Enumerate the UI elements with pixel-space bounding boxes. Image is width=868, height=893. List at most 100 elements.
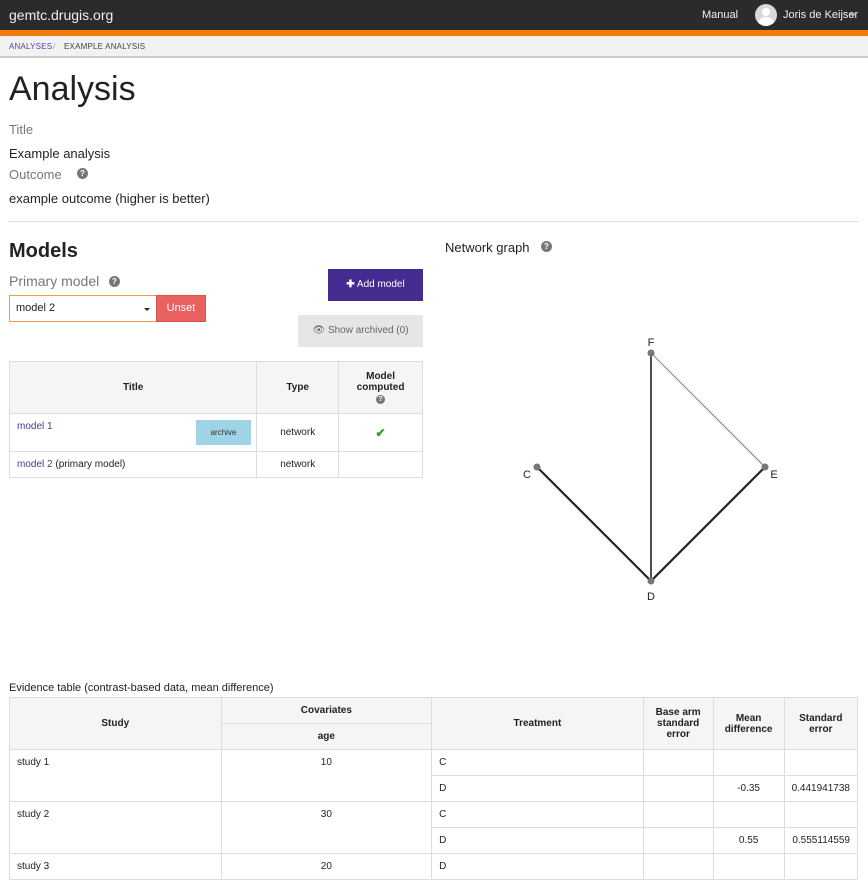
show-archived-label: Show archived (0) (327, 325, 409, 336)
header-line: error (666, 729, 690, 740)
treatment-cell: D (431, 827, 644, 854)
mean-difference-cell: -0.35 (712, 775, 785, 802)
study-name-cell: study 1 (9, 749, 222, 802)
graph-node-label: C (523, 469, 531, 481)
outcome-label: Outcome (9, 167, 62, 182)
graph-edge-F-E (650, 352, 766, 468)
model-type-cell: network (256, 413, 340, 452)
header-line: standard (657, 718, 700, 729)
page-title: Analysis (9, 70, 136, 108)
base-se-cell (642, 827, 714, 854)
select-caret-icon (144, 308, 150, 311)
column-header-age: age (220, 723, 433, 750)
table-row: study 2 30 C (9, 801, 859, 854)
column-header-mean-difference: Mean difference (712, 697, 785, 750)
primary-model-select-value: model 2 (16, 302, 56, 314)
divider (9, 221, 858, 222)
column-header-standard-error: Standard error (783, 697, 859, 750)
column-header-computed: Model computed ? (338, 361, 423, 414)
help-icon[interactable]: ? (109, 276, 120, 287)
standard-error-cell: 0.441941738 (783, 775, 859, 802)
table-row: model 2 (primary model) network (8, 451, 423, 478)
model-link[interactable]: model 1 (17, 421, 53, 432)
check-icon: ✔ (375, 425, 386, 440)
standard-error-cell (783, 853, 859, 880)
mean-difference-cell: 0.55 (712, 827, 785, 854)
breadcrumb-separator: / (53, 42, 56, 51)
graph-node-F[interactable] (647, 349, 655, 357)
title-label: Title (9, 122, 34, 137)
header-line: error (809, 723, 833, 735)
treatment-cell: D (431, 775, 644, 802)
covariate-age-cell: 20 (220, 853, 433, 880)
help-icon[interactable]: ? (77, 168, 88, 179)
standard-error-cell (783, 801, 859, 828)
table-row: model 1 archive network ✔ (8, 413, 423, 452)
show-archived-button[interactable]: 👁 Show archived (0) (298, 315, 423, 347)
graph-node-D[interactable] (647, 577, 655, 585)
standard-error-cell: 0.555114559 (783, 827, 859, 854)
study-name-cell: study 2 (9, 801, 222, 854)
model-computed-cell (338, 451, 423, 478)
graph-edge-C-D (536, 466, 652, 582)
graph-node-label: F (648, 337, 655, 349)
table-row: study 1 10 C (9, 749, 859, 802)
add-model-button[interactable]: ✚ Add model (328, 269, 423, 301)
brand-link[interactable]: gemtc.drugis.org (9, 7, 113, 23)
mean-difference-cell (712, 749, 785, 776)
treatment-cell: D (431, 853, 644, 880)
help-icon[interactable]: ? (376, 395, 386, 404)
user-menu[interactable]: Joris de Keijser (783, 9, 858, 21)
add-model-label: Add model (356, 279, 405, 290)
outcome-value: example outcome (higher is better) (9, 191, 210, 206)
primary-model-label: Primary model (9, 273, 100, 289)
computed-header-line: Model (366, 371, 395, 382)
header-line: difference (724, 723, 773, 735)
model-title-cell: model 1 archive (8, 413, 258, 452)
treatment-cell: C (431, 801, 644, 828)
chevron-down-icon[interactable] (849, 13, 857, 17)
mean-difference-cell (712, 853, 785, 880)
header-line: Standard (799, 712, 843, 724)
archive-button[interactable]: archive (196, 420, 251, 445)
unset-button[interactable]: Unset (156, 295, 206, 322)
base-se-cell (642, 749, 714, 776)
avatar[interactable] (755, 4, 777, 26)
evidence-table: Study Covariates Treatment Base arm stan… (9, 697, 859, 880)
network-graph: F C E D (523, 337, 778, 603)
graph-node-label: D (647, 591, 655, 603)
primary-model-note: (primary model) (55, 459, 126, 470)
base-se-cell (642, 775, 714, 802)
mean-difference-cell (712, 801, 785, 828)
breadcrumb-analyses-link[interactable]: ANALYSES (9, 42, 52, 51)
model-type-cell: network (256, 451, 340, 478)
eye-icon: 👁 (312, 325, 326, 336)
manual-link[interactable]: Manual (702, 9, 738, 21)
column-header-study: Study (9, 697, 222, 750)
evidence-table-caption: Evidence table (contrast-based data, mea… (9, 682, 274, 694)
treatment-cell: C (431, 749, 644, 776)
table-row: study 3 20 D (9, 853, 859, 880)
column-header-covariates: Covariates (220, 697, 433, 724)
base-se-cell (642, 801, 714, 828)
plus-icon: ✚ (346, 279, 355, 290)
study-name-cell: study 3 (9, 853, 222, 880)
title-value: Example analysis (9, 146, 111, 161)
model-title-cell: model 2 (primary model) (8, 451, 258, 478)
model-computed-cell: ✔ (338, 413, 423, 452)
model-link[interactable]: model 2 (17, 459, 53, 470)
covariate-age-cell: 30 (220, 801, 433, 854)
column-header-treatment: Treatment (431, 697, 644, 750)
help-icon[interactable]: ? (541, 241, 552, 252)
computed-header-line: computed (356, 382, 405, 393)
column-header-base-se: Base arm standard error (642, 697, 714, 750)
standard-error-cell (783, 749, 859, 776)
top-navbar: gemtc.drugis.org Manual Joris de Keijser (0, 0, 868, 30)
models-heading: Models (9, 240, 78, 262)
graph-node-C[interactable] (533, 463, 541, 471)
primary-model-select[interactable]: model 2 (9, 295, 157, 322)
graph-node-E[interactable] (761, 463, 769, 471)
covariate-age-cell: 10 (220, 749, 433, 802)
table-header-row: Title Type Model computed ? (8, 361, 423, 414)
breadcrumb: ANALYSES / EXAMPLE ANALYSIS (0, 36, 868, 58)
